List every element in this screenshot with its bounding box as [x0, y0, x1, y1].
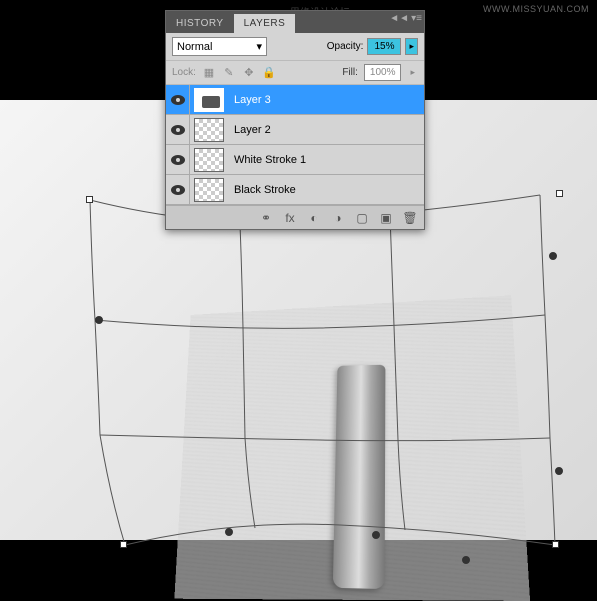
visibility-toggle[interactable]	[166, 85, 190, 114]
fill-label: Fill:	[342, 67, 358, 78]
layer-thumbnail[interactable]	[194, 178, 224, 202]
site-watermark: WWW.MISSYUAN.COM	[483, 4, 589, 14]
transform-handle[interactable]	[86, 196, 93, 203]
lock-position-icon[interactable]: ✥	[242, 66, 256, 80]
layer-thumbnail[interactable]	[194, 118, 224, 142]
blend-mode-value: Normal	[177, 41, 212, 53]
opacity-label: Opacity:	[327, 41, 364, 52]
eye-icon	[171, 125, 185, 135]
panel-tabs: HISTORY LAYERS	[166, 11, 424, 33]
visibility-toggle[interactable]	[166, 115, 190, 144]
panel-menu-icon[interactable]: ▾≡	[411, 13, 422, 24]
new-layer-icon[interactable]: ▣	[378, 210, 394, 226]
layer-mask-icon[interactable]: ◐	[306, 210, 322, 226]
transform-handle[interactable]	[552, 541, 559, 548]
lock-row: Lock: ▦ ✎ ✥ 🔒 Fill: 100% ▸	[166, 61, 424, 85]
dropdown-arrow-icon: ▾	[256, 40, 262, 53]
blend-mode-row: Normal ▾ Opacity: 15% ▸	[166, 33, 424, 61]
lock-icons: ▦ ✎ ✥ 🔒	[202, 66, 276, 80]
layer-row[interactable]: Layer 3	[166, 85, 424, 115]
tab-layers[interactable]: LAYERS	[234, 14, 296, 33]
layers-panel: ◄◄ ▾≡ HISTORY LAYERS Normal ▾ Opacity: 1…	[165, 10, 425, 230]
lock-transparency-icon[interactable]: ▦	[202, 66, 216, 80]
layer-name[interactable]: White Stroke 1	[228, 154, 306, 166]
panel-bottom-bar: ⚭ fx ◐ ◑ ▢ ▣ 🗑	[166, 205, 424, 229]
lock-all-icon[interactable]: 🔒	[262, 66, 276, 80]
tab-history[interactable]: HISTORY	[166, 14, 234, 33]
transform-control-point[interactable]	[462, 556, 470, 564]
layer-name[interactable]: Layer 2	[228, 124, 271, 136]
fill-input[interactable]: 100%	[364, 64, 402, 81]
layer-row[interactable]: Black Stroke	[166, 175, 424, 205]
layer-thumbnail[interactable]	[194, 88, 224, 112]
metal-clip-shape	[333, 365, 386, 589]
lock-pixels-icon[interactable]: ✎	[222, 66, 236, 80]
fill-flyout-icon[interactable]: ▸	[407, 65, 418, 80]
new-group-icon[interactable]: ▢	[354, 210, 370, 226]
transform-control-point[interactable]	[549, 252, 557, 260]
transform-handle[interactable]	[120, 541, 127, 548]
transform-control-point[interactable]	[95, 316, 103, 324]
transform-handle[interactable]	[556, 190, 563, 197]
blend-mode-select[interactable]: Normal ▾	[172, 37, 267, 56]
layers-list: Layer 3 Layer 2 White Stroke 1 Black Str…	[166, 85, 424, 205]
transform-control-point[interactable]	[555, 467, 563, 475]
opacity-flyout-icon[interactable]: ▸	[405, 38, 418, 55]
transform-control-point[interactable]	[225, 528, 233, 536]
adjustment-layer-icon[interactable]: ◑	[330, 210, 346, 226]
layer-thumbnail[interactable]	[194, 148, 224, 172]
layer-name[interactable]: Black Stroke	[228, 184, 296, 196]
opacity-input[interactable]: 15%	[367, 38, 401, 55]
delete-layer-icon[interactable]: 🗑	[402, 210, 418, 226]
eye-icon	[171, 185, 185, 195]
transform-control-point[interactable]	[372, 531, 380, 539]
layer-row[interactable]: White Stroke 1	[166, 145, 424, 175]
visibility-toggle[interactable]	[166, 175, 190, 204]
link-layers-icon[interactable]: ⚭	[258, 210, 274, 226]
layer-fx-icon[interactable]: fx	[282, 210, 298, 226]
eye-icon	[171, 95, 185, 105]
layer-name[interactable]: Layer 3	[228, 94, 271, 106]
panel-collapse-icon[interactable]: ◄◄	[389, 13, 409, 24]
layer-row[interactable]: Layer 2	[166, 115, 424, 145]
lock-label: Lock:	[172, 67, 196, 78]
eye-icon	[171, 155, 185, 165]
visibility-toggle[interactable]	[166, 145, 190, 174]
